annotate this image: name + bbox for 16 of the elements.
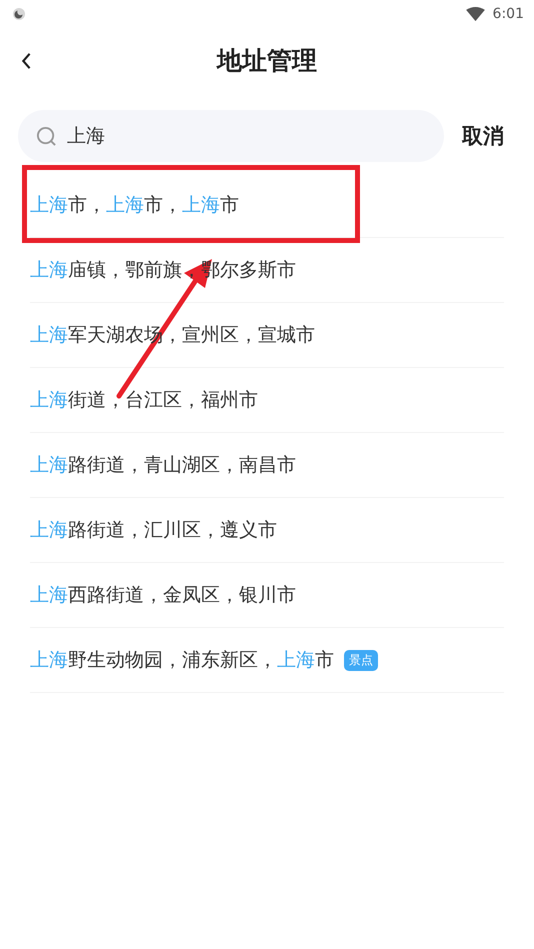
status-icon xyxy=(12,7,26,21)
page-title: 地址管理 xyxy=(217,44,317,76)
address-result[interactable]: 上海路街道，青山湖区，南昌市 xyxy=(30,452,296,478)
wifi-icon xyxy=(466,6,485,22)
address-result[interactable]: 上海市，上海市，上海市 xyxy=(30,192,239,218)
search-input[interactable]: 上海 xyxy=(67,125,367,147)
address-result[interactable]: 上海西路街道，金凤区，银川市 xyxy=(30,582,296,608)
cancel-button[interactable]: 取消 xyxy=(462,122,504,150)
address-result[interactable]: 上海路街道，汇川区，遵义市 xyxy=(30,517,277,543)
search-field[interactable]: 上海 xyxy=(18,110,444,162)
scenic-tag: 景点 xyxy=(344,650,378,670)
address-result[interactable]: 上海野生动物园，浦东新区，上海市 xyxy=(30,647,334,673)
search-icon xyxy=(36,126,57,146)
address-result[interactable]: 上海街道，台江区，福州市 xyxy=(30,387,258,413)
status-time: 6:01 xyxy=(492,6,524,22)
back-icon[interactable] xyxy=(20,52,32,70)
